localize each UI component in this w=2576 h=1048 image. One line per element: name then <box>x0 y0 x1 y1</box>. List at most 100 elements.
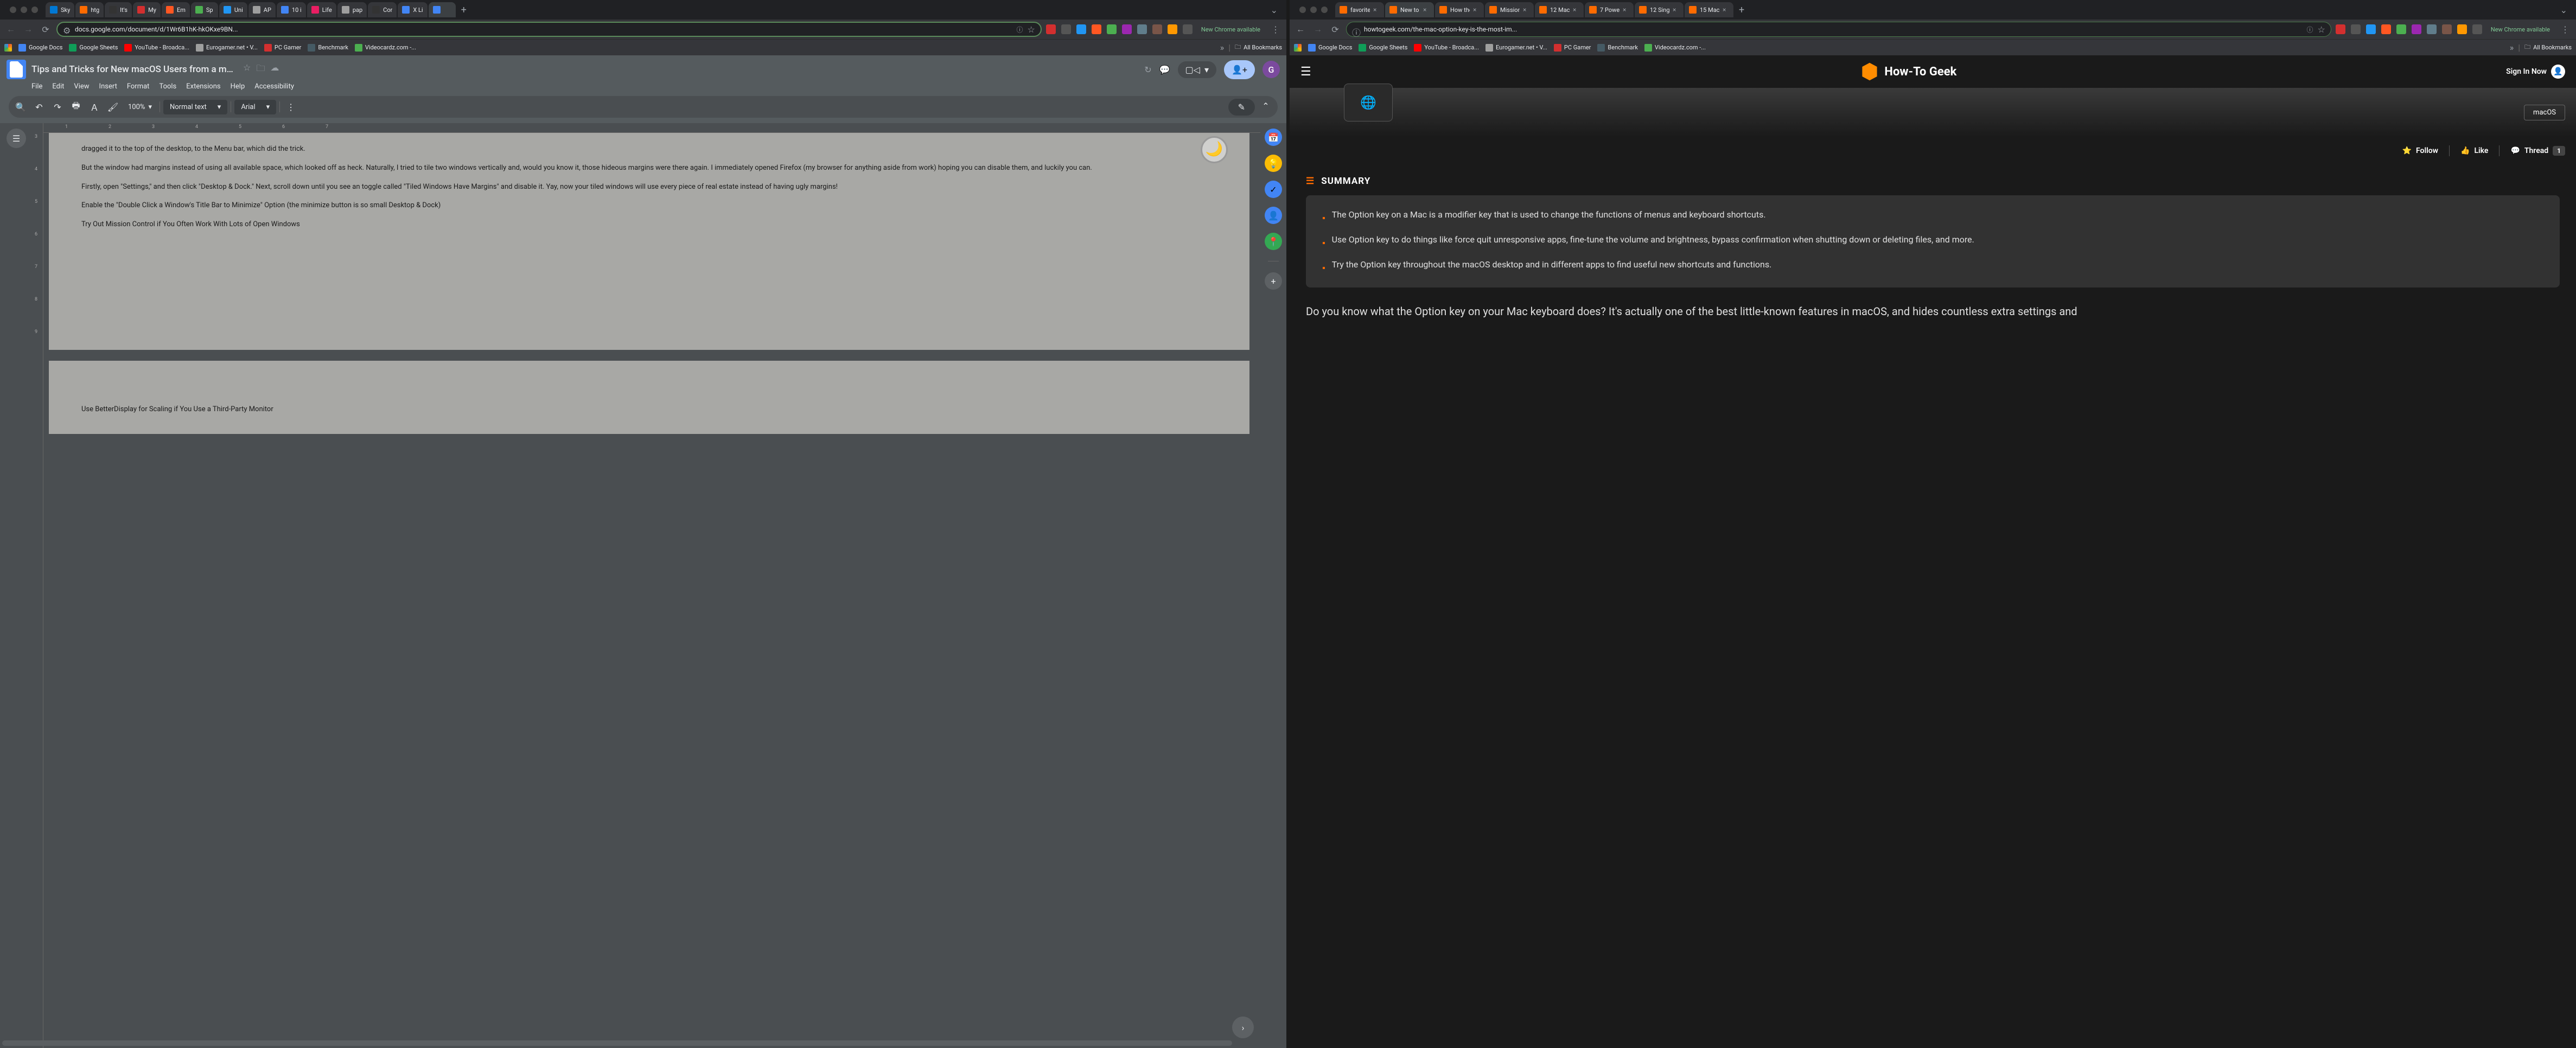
bookmarks-overflow[interactable]: » <box>2510 42 2514 53</box>
cloud-status-icon[interactable]: ☁ <box>270 62 279 77</box>
document-title[interactable]: Tips and Tricks for New macOS Users from… <box>31 64 238 75</box>
ext-9[interactable] <box>1168 24 1177 34</box>
close-tab-icon[interactable]: × <box>1523 6 1529 14</box>
thread-button[interactable]: 💬 Thread 1 <box>2510 146 2565 156</box>
bookmark-item[interactable]: Benchmark <box>308 44 348 52</box>
close-tab-icon[interactable]: × <box>1373 6 1380 14</box>
bookmark-item[interactable]: Google Docs <box>1308 44 1352 52</box>
star-icon[interactable]: ☆ <box>243 62 251 77</box>
search-menus-icon[interactable]: 🔍 <box>13 99 28 114</box>
close-window[interactable] <box>10 7 16 13</box>
browser-tab[interactable]: 15 Mac× <box>1685 2 1733 17</box>
menu-format[interactable]: Format <box>127 82 150 91</box>
bookmark-star-icon[interactable]: ☆ <box>1028 24 1035 35</box>
translate-icon[interactable]: ⓘ <box>2306 25 2313 34</box>
close-tab-icon[interactable]: × <box>1473 6 1480 14</box>
browser-tab[interactable]: htg <box>75 2 104 17</box>
browser-tab[interactable]: 12 Mac S× <box>1535 2 1584 17</box>
browser-tab[interactable]: Uni <box>219 2 247 17</box>
menu-insert[interactable]: Insert <box>99 82 117 91</box>
bookmark-item[interactable]: Videocardz.com -... <box>1644 44 1706 52</box>
browser-tab[interactable]: favorite× <box>1335 2 1384 17</box>
keep-app-icon[interactable]: 💡 <box>1265 155 1282 172</box>
bookmark-item[interactable]: Google Docs <box>18 44 62 52</box>
ext-4[interactable] <box>1092 24 1101 34</box>
menu-view[interactable]: View <box>74 82 89 91</box>
docs-page-scroll[interactable]: 1234567 3456789 🌙 dragged it to the top … <box>33 123 1260 1048</box>
close-tab-icon[interactable]: × <box>1673 6 1679 14</box>
follow-button[interactable]: ⭐ Follow <box>2402 146 2438 155</box>
account-avatar[interactable]: G <box>1263 61 1280 78</box>
close-tab-icon[interactable]: × <box>1573 6 1579 14</box>
browser-tab[interactable]: Cor <box>368 2 397 17</box>
minimize-window[interactable] <box>21 7 27 13</box>
like-button[interactable]: 👍 Like <box>2460 146 2488 155</box>
calendar-app-icon[interactable]: 📅 <box>1265 129 1282 146</box>
new-chrome-label[interactable]: New Chrome available <box>1197 26 1265 33</box>
site-settings-icon[interactable]: ⚙ <box>63 25 71 33</box>
undo-icon[interactable]: ↶ <box>31 99 47 114</box>
ext-5[interactable] <box>2396 24 2406 34</box>
maps-app-icon[interactable]: 📍 <box>1265 233 1282 250</box>
bookmark-item[interactable]: Eurogamer.net • V... <box>196 44 258 52</box>
ext-7[interactable] <box>1137 24 1147 34</box>
apps-button[interactable] <box>4 44 12 52</box>
reload-button[interactable]: ⟳ <box>1329 23 1342 36</box>
browser-tab[interactable]: My <box>133 2 161 17</box>
ext-4[interactable] <box>2381 24 2391 34</box>
move-icon[interactable]: 🗀 <box>256 62 265 77</box>
signin-button[interactable]: Sign In Now 👤 <box>2506 65 2565 79</box>
bookmark-item[interactable]: PC Gamer <box>264 44 302 52</box>
chrome-menu[interactable]: ⋮ <box>2559 23 2572 36</box>
more-tools-icon[interactable]: ⋮ <box>283 99 298 114</box>
spellcheck-icon[interactable]: Ａ <box>87 99 102 114</box>
tabs-dropdown[interactable]: ⌄ <box>1266 5 1282 15</box>
menu-accessibility[interactable]: Accessibility <box>254 82 294 91</box>
ext-3[interactable] <box>2366 24 2376 34</box>
tabs-dropdown[interactable]: ⌄ <box>2556 5 2572 15</box>
browser-tab[interactable]: X Li <box>398 2 427 17</box>
ext-2[interactable] <box>2351 24 2361 34</box>
ext-8[interactable] <box>1152 24 1162 34</box>
zoom-dropdown[interactable]: 100% ▾ <box>124 101 156 113</box>
browser-tab[interactable]: 7 Powerf× <box>1585 2 1634 17</box>
apps-button[interactable] <box>1294 44 1302 52</box>
macos-tag[interactable]: macOS <box>2524 105 2565 120</box>
new-tab-button[interactable]: + <box>457 4 471 16</box>
browser-tab[interactable]: 12 Singl× <box>1635 2 1684 17</box>
outline-toggle[interactable]: ☰ <box>7 129 26 148</box>
history-icon[interactable]: ↻ <box>1144 65 1151 75</box>
bookmark-item[interactable]: PC Gamer <box>1554 44 1591 52</box>
htg-logo[interactable]: How-To Geek <box>1860 62 1956 81</box>
browser-tab[interactable]: 10 i <box>277 2 306 17</box>
ext-6[interactable] <box>2412 24 2421 34</box>
bookmark-item[interactable]: Eurogamer.net • V... <box>1485 44 1547 52</box>
font-dropdown[interactable]: Arial ▾ <box>234 100 276 114</box>
browser-tab[interactable]: pap <box>337 2 367 17</box>
ext-3[interactable] <box>1076 24 1086 34</box>
article-body[interactable]: ☰ SUMMARY ▪The Option key on a Mac is a … <box>1290 165 2576 1048</box>
browser-tab[interactable]: How the× <box>1435 2 1484 17</box>
ext-6[interactable] <box>1122 24 1132 34</box>
bookmark-star-icon[interactable]: ☆ <box>2318 24 2325 35</box>
horizontal-ruler[interactable]: 1234567 <box>33 123 1260 133</box>
menu-help[interactable]: Help <box>231 82 245 91</box>
docs-home-icon[interactable] <box>7 60 26 79</box>
new-chrome-label[interactable]: New Chrome available <box>2486 26 2554 33</box>
bookmark-item[interactable]: Videocardz.com -... <box>355 44 416 52</box>
ext-8[interactable] <box>2442 24 2452 34</box>
night-mode-badge[interactable]: 🌙 <box>1201 136 1228 163</box>
paragraph-style-dropdown[interactable]: Normal text ▾ <box>163 100 227 114</box>
ext-2[interactable] <box>1061 24 1071 34</box>
translate-icon[interactable]: ⓘ <box>1016 25 1023 34</box>
maximize-window[interactable] <box>31 7 38 13</box>
bookmark-item[interactable]: Google Sheets <box>69 44 118 52</box>
forward-button[interactable]: → <box>1311 23 1324 36</box>
ext-1[interactable] <box>2336 24 2345 34</box>
paint-format-icon[interactable]: 🖌 <box>105 99 120 114</box>
meet-button[interactable]: ▢◁ ▾ <box>1178 61 1216 78</box>
close-window[interactable] <box>1299 7 1306 13</box>
collapse-toolbar-icon[interactable]: ⌃ <box>1258 99 1273 114</box>
browser-tab[interactable]: It's <box>105 2 132 17</box>
menu-file[interactable]: File <box>31 82 42 91</box>
